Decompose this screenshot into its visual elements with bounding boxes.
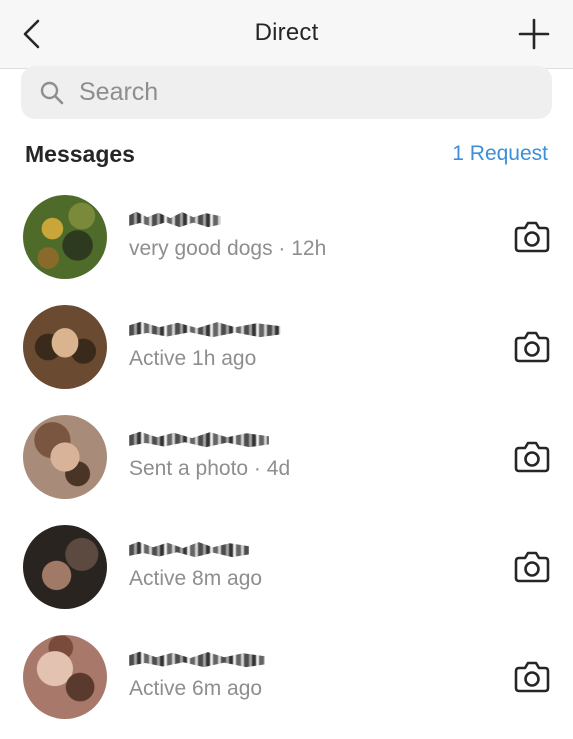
avatar: [23, 635, 107, 719]
conversation-row[interactable]: Sent a photo · 4d: [0, 402, 573, 512]
camera-icon: [514, 661, 550, 693]
conversation-preview: Sent a photo · 4d: [129, 457, 291, 480]
conversation-preview: Active 8m ago: [129, 567, 263, 590]
conversation-row[interactable]: Active 6m ago: [0, 622, 573, 732]
conversation-row[interactable]: Active 8m ago: [0, 512, 573, 622]
search-icon: [40, 81, 64, 105]
search-input[interactable]: [77, 66, 541, 119]
message-requests-link[interactable]: 1 Request: [452, 142, 548, 166]
camera-icon: [514, 221, 550, 253]
conversation-row[interactable]: Active 1h ago: [0, 292, 573, 402]
contact-name-redacted: [129, 541, 249, 558]
messages-heading: Messages: [25, 141, 135, 167]
search-bar[interactable]: [21, 66, 552, 119]
avatar: [23, 525, 107, 609]
camera-icon: [514, 551, 550, 583]
avatar: [23, 195, 107, 279]
camera-button[interactable]: [512, 327, 552, 367]
page-title: Direct: [254, 19, 319, 46]
top-bar: Direct: [0, 0, 573, 69]
conversation-row[interactable]: very good dogs · 12h: [0, 182, 573, 292]
new-message-button[interactable]: [517, 17, 551, 51]
avatar: [23, 305, 107, 389]
plus-icon: [518, 18, 550, 50]
camera-button[interactable]: [512, 217, 552, 257]
camera-button[interactable]: [512, 547, 552, 587]
camera-button[interactable]: [512, 437, 552, 477]
avatar: [23, 415, 107, 499]
contact-name-redacted: [129, 431, 269, 448]
contact-name-redacted: [129, 211, 221, 228]
camera-icon: [514, 331, 550, 363]
conversation-preview: Active 6m ago: [129, 677, 263, 700]
camera-icon: [514, 441, 550, 473]
direct-messages-screen: Direct Messages 1 Request very good dogs…: [0, 0, 573, 739]
contact-name-redacted: [129, 651, 265, 668]
contact-name-redacted: [129, 321, 281, 338]
conversation-preview: very good dogs · 12h: [129, 237, 327, 260]
camera-button[interactable]: [512, 657, 552, 697]
conversation-preview: Active 1h ago: [129, 347, 257, 370]
